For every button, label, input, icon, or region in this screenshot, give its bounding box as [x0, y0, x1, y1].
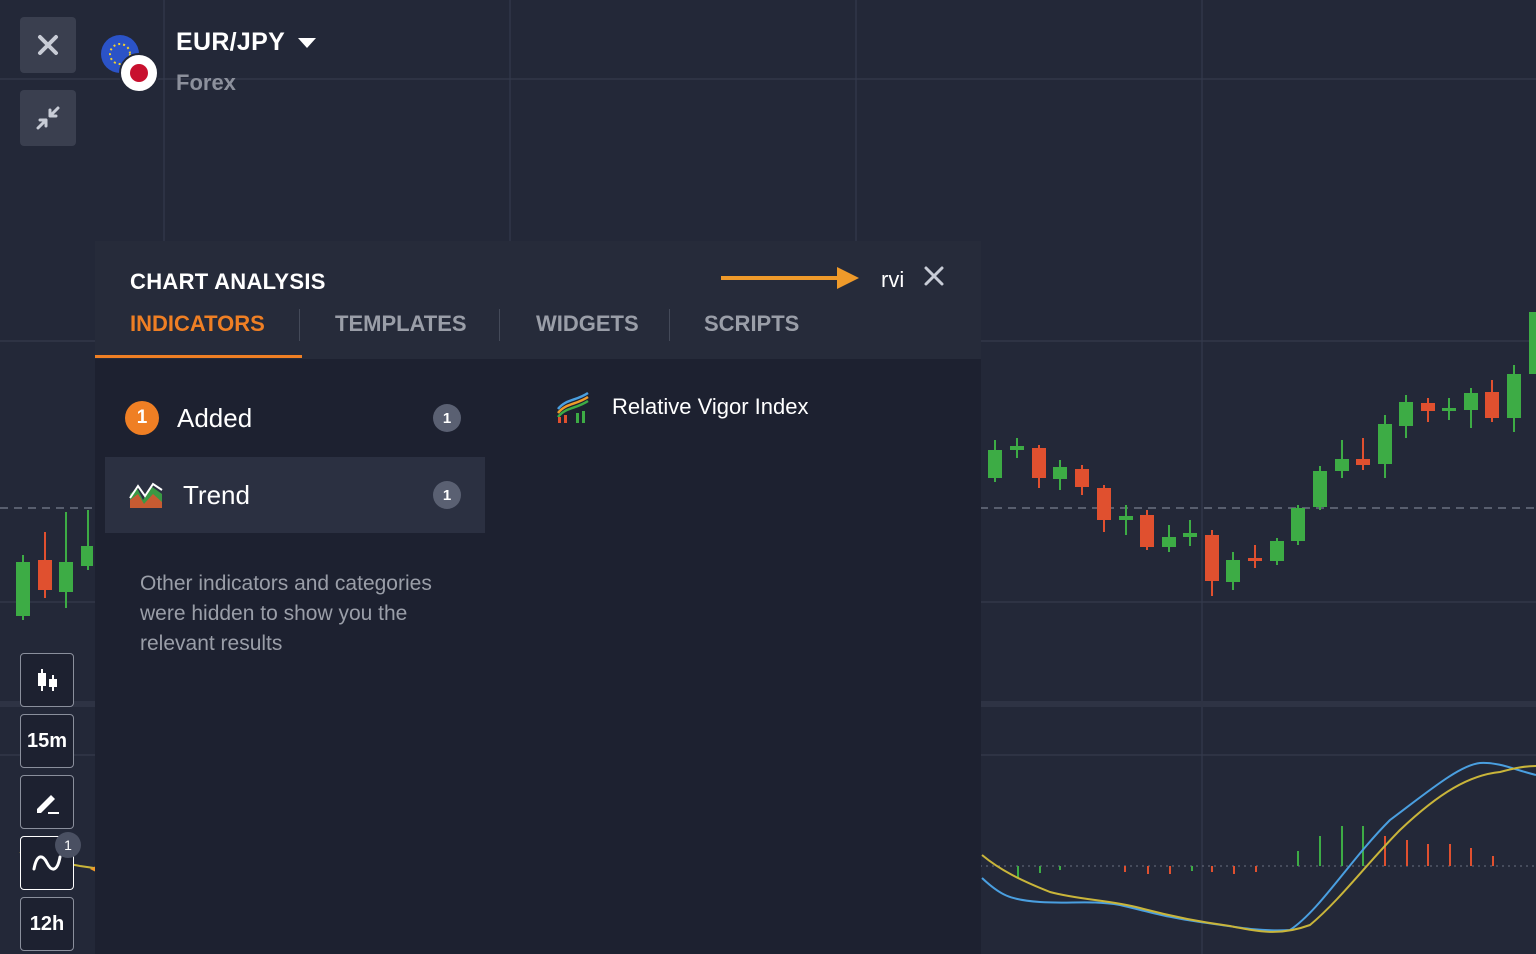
- chart-type-button[interactable]: [20, 653, 74, 707]
- category-label: Added: [177, 402, 253, 433]
- category-count-badge: 1: [433, 404, 461, 432]
- indicator-result-label: Relative Vigor Index: [612, 394, 809, 419]
- hidden-results-hint: Other indicators and categories were hid…: [140, 572, 432, 655]
- jp-flag-icon: [119, 53, 159, 93]
- asset-name: EUR/JPY: [176, 28, 285, 56]
- trend-icon: [129, 482, 163, 508]
- chart-analysis-panel: CHART ANALYSIS rvi INDICATORS TEMPLATES …: [95, 241, 981, 954]
- panel-title: CHART ANALYSIS: [130, 269, 326, 294]
- annotation-arrow-right: [721, 267, 859, 289]
- tab-scripts[interactable]: SCRIPTS: [704, 311, 799, 337]
- timeframe-12h-button[interactable]: 12h: [20, 897, 74, 951]
- tab-widgets[interactable]: WIDGETS: [536, 311, 639, 337]
- chevron-down-icon: [297, 38, 316, 49]
- tab-divider: [299, 309, 300, 341]
- indicators-count-badge: 1: [55, 832, 81, 858]
- indicator-result-rvi[interactable]: Relative Vigor Index: [556, 391, 809, 423]
- category-label: Trend: [183, 479, 250, 510]
- added-marker: 1: [125, 401, 159, 435]
- wave-icon: [32, 855, 62, 871]
- rvi-indicator-icon: [557, 391, 589, 423]
- asset-selector[interactable]: EUR/JPY: [176, 28, 318, 57]
- close-icon: [924, 266, 944, 286]
- timeframe-label: 12h: [29, 912, 65, 935]
- drawing-tools-button[interactable]: [20, 775, 74, 829]
- tab-templates[interactable]: TEMPLATES: [335, 311, 467, 337]
- close-chart-button[interactable]: [20, 17, 76, 73]
- clear-search-button[interactable]: [921, 263, 951, 293]
- category-count-badge: 1: [433, 481, 461, 509]
- timeframe-15m-button[interactable]: 15m: [20, 714, 74, 768]
- category-added[interactable]: 1 Added 1: [105, 380, 485, 456]
- category-trend[interactable]: Trend 1: [105, 457, 485, 533]
- candles-left: [16, 510, 93, 620]
- active-tab-indicator: [95, 355, 302, 358]
- asset-flags[interactable]: [100, 34, 160, 94]
- search-query[interactable]: rvi: [881, 267, 904, 293]
- tab-indicators[interactable]: INDICATORS: [130, 311, 265, 337]
- timeframe-label: 15m: [26, 729, 68, 752]
- pencil-icon: [37, 795, 59, 814]
- tab-divider: [499, 309, 500, 341]
- asset-category: Forex: [176, 70, 236, 95]
- candles-right: [988, 312, 1536, 596]
- collapse-button[interactable]: [20, 90, 76, 146]
- tab-divider: [669, 309, 670, 341]
- collapse-icon: [36, 106, 60, 130]
- close-icon: [38, 35, 58, 55]
- candles-icon: [38, 669, 57, 691]
- panel-header: CHART ANALYSIS rvi INDICATORS TEMPLATES …: [95, 241, 981, 359]
